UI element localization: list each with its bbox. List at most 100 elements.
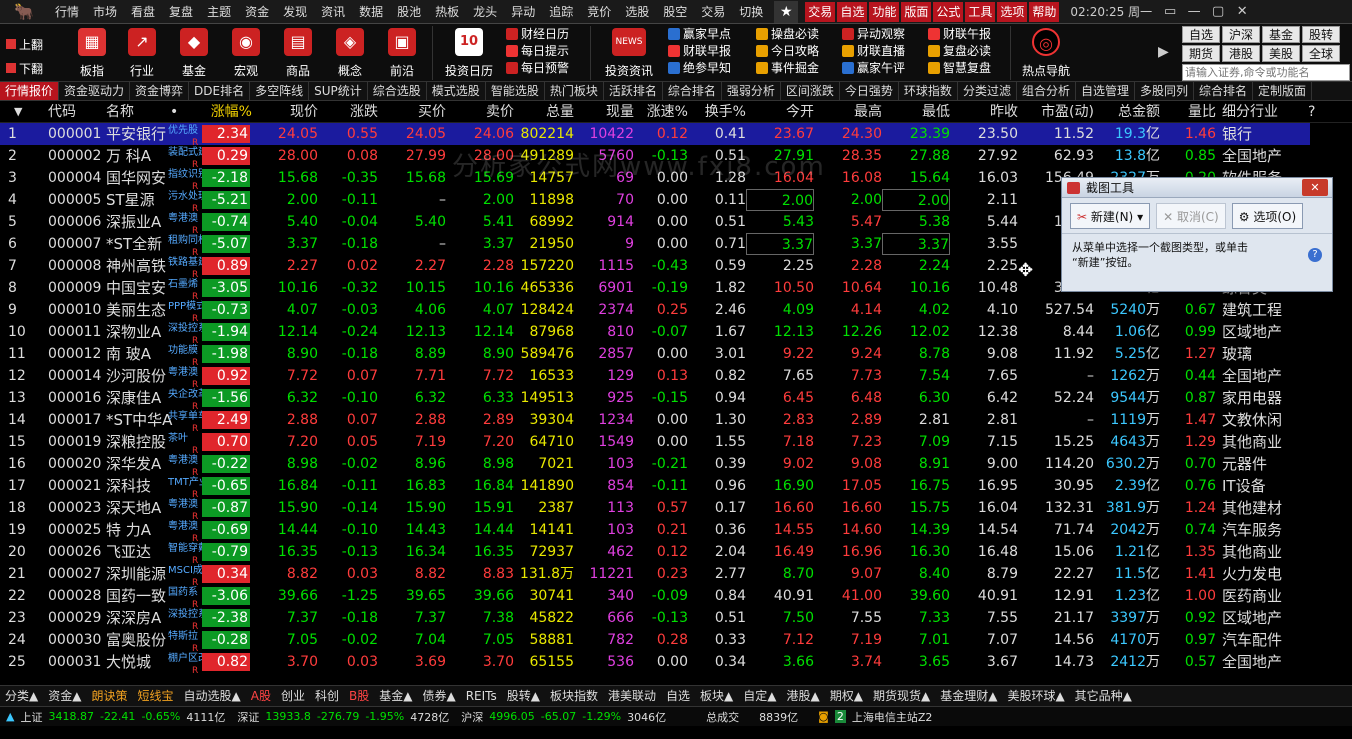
toolbar-link[interactable]: 赢家早点 — [668, 26, 731, 43]
bottom-tab[interactable]: 板块▲ — [695, 686, 738, 706]
toolbar-button-5[interactable]: ◈ 概念 — [326, 26, 374, 80]
right-menu-item[interactable]: 工具 — [965, 1, 996, 22]
stock-name[interactable]: 平安银行 优先股 R — [106, 123, 202, 145]
right-menu-item[interactable]: 自选 — [837, 1, 868, 22]
toolbar-link[interactable]: 每日提示 — [506, 43, 569, 60]
tab-item[interactable]: 资金驱动力 — [59, 82, 131, 100]
table-row[interactable]: 10 000011深物业A深投控系R-1.94 12.14 -0.24 12.13 12.… — [0, 321, 1310, 343]
tab-item[interactable]: 行情报价 — [0, 82, 60, 100]
page-up-button[interactable]: 上翻 — [6, 34, 54, 54]
stock-name[interactable]: 国药一致 国药系 R — [106, 585, 202, 607]
table-row[interactable]: 19 000025 特 力A 粤港澳 R -0.69 14.44 -0.10 14.43 14.4… — [0, 519, 1310, 541]
bottom-tab[interactable]: A股 — [246, 686, 276, 706]
menu-item[interactable]: 主题 — [200, 0, 238, 24]
stock-name[interactable]: *ST中华A共享单车R — [106, 409, 202, 431]
tab-item[interactable]: 活跃排名 — [604, 82, 663, 100]
stock-code[interactable]: 000012 — [48, 343, 108, 365]
bottom-tab[interactable]: 美股环球▲ — [1002, 686, 1069, 706]
toolbar-link[interactable]: 事件掘金 — [756, 60, 819, 77]
stock-name[interactable]: 中国宝安 石墨烯 R — [106, 277, 202, 299]
toolbar-link[interactable]: 操盘必读 — [756, 26, 819, 43]
stock-name[interactable]: 美丽生态 PPP模式 R — [106, 299, 202, 321]
stock-name[interactable]: 深振业A 粤港澳 R — [106, 211, 202, 233]
stock-code[interactable]: 000028 — [48, 585, 108, 607]
menu-item[interactable]: 切换 — [732, 0, 770, 24]
stock-code[interactable]: 000027 — [48, 563, 108, 585]
quick-market-button[interactable]: 沪深 — [1222, 26, 1260, 43]
quick-market-button[interactable]: 全球 — [1302, 45, 1340, 62]
stock-code[interactable]: 000023 — [48, 497, 108, 519]
bottom-tab[interactable]: 期权▲ — [825, 686, 868, 706]
tab-item[interactable]: 今日强势 — [840, 82, 899, 100]
column-header[interactable]: 卖价 — [446, 101, 514, 123]
quick-market-button[interactable]: 美股 — [1262, 45, 1300, 62]
column-header[interactable]: ? — [1308, 101, 1322, 123]
column-header[interactable]: 今开 — [746, 101, 814, 123]
menu-item[interactable]: 发现 — [276, 0, 314, 24]
minimize-icon[interactable]: — — [1182, 2, 1206, 22]
table-row[interactable]: 13 000016深康佳A央企改革R-1.56 6.32 -0.10 6.32 6.33 1… — [0, 387, 1310, 409]
stock-code[interactable]: 000020 — [48, 453, 108, 475]
stock-name[interactable]: ST星源污水处理R — [106, 189, 202, 211]
menu-item[interactable]: 追踪 — [542, 0, 580, 24]
new-snip-button[interactable]: ✂ 新建(N) ▾ — [1070, 202, 1151, 229]
quick-market-button[interactable]: 自选 — [1182, 26, 1220, 43]
bottom-tab[interactable]: 朗诀策 — [86, 686, 132, 706]
right-menu-item[interactable]: 交易 — [805, 1, 836, 22]
close-icon[interactable]: ✕ — [1230, 2, 1254, 22]
restore-icon[interactable]: ▭ — [1158, 2, 1182, 22]
maximize-icon[interactable]: ▢ — [1206, 2, 1230, 22]
toolbar-button-6[interactable]: ▣ 前沿 — [378, 26, 426, 80]
menu-item[interactable]: 龙头 — [466, 0, 504, 24]
column-header[interactable]: 细分行业 — [1222, 101, 1308, 123]
table-row[interactable]: 25 000031大悦城棚户区改造R0.82 3.70 0.03 3.69 3.70 651… — [0, 651, 1310, 673]
table-row[interactable]: 21 000027深圳能源MSCI成份R0.34 8.82 0.03 8.82 8.83 1… — [0, 563, 1310, 585]
menu-item[interactable]: 行情 — [48, 0, 86, 24]
menu-item[interactable]: 股池 — [390, 0, 428, 24]
tab-item[interactable]: 综合排名 — [663, 82, 722, 100]
tab-item[interactable]: 区间涨跌 — [781, 82, 840, 100]
column-header[interactable]: 现量 — [574, 101, 634, 123]
toolbar-link[interactable]: 复盘必读 — [928, 43, 991, 60]
right-menu-item[interactable]: 功能 — [869, 1, 900, 22]
stock-name[interactable]: 富奥股份 特斯拉 R — [106, 629, 202, 651]
stock-name[interactable]: 深圳能源MSCI成份R — [106, 563, 202, 585]
stock-name[interactable]: 深华发A 粤港澳 R — [106, 453, 202, 475]
column-header[interactable]: 代码 — [48, 101, 106, 123]
column-header[interactable]: 名称 — [106, 101, 166, 123]
tab-item[interactable]: 自选管理 — [1076, 82, 1135, 100]
column-header[interactable]: 买价 — [378, 101, 446, 123]
column-header[interactable]: 换手% — [688, 101, 746, 123]
right-menu-item[interactable]: 版面 — [901, 1, 932, 22]
command-input[interactable] — [1182, 64, 1350, 81]
stock-code[interactable]: 000008 — [48, 255, 108, 277]
column-header[interactable]: 总金额 — [1094, 101, 1160, 123]
column-header[interactable]: 涨幅% — [202, 101, 252, 123]
stock-code[interactable]: 000006 — [48, 211, 108, 233]
toolbar-link[interactable]: 异动观察 — [842, 26, 905, 43]
stock-code[interactable]: 000001 — [48, 123, 108, 145]
stock-name[interactable]: 南 玻A 功能膜 R — [106, 343, 202, 365]
stock-code[interactable]: 000026 — [48, 541, 108, 563]
server-name[interactable]: 上海电信主站Z2 — [852, 709, 933, 725]
menu-item[interactable]: 股空 — [656, 0, 694, 24]
menu-item[interactable]: 竞价 — [580, 0, 618, 24]
stock-name[interactable]: 大悦城棚户区改造R — [106, 651, 202, 673]
menu-item[interactable]: 交易 — [694, 0, 732, 24]
tab-item[interactable]: 强弱分析 — [722, 82, 781, 100]
bottom-tab[interactable]: 板块指数 — [545, 686, 603, 706]
menu-item[interactable]: 资讯 — [314, 0, 352, 24]
toolbar-button-3[interactable]: ◉ 宏观 — [222, 26, 270, 80]
stock-code[interactable]: 000025 — [48, 519, 108, 541]
table-row[interactable]: 16 000020 深华发A 粤港澳 R -0.22 8.98 -0.02 8.96 8.98 70… — [0, 453, 1310, 475]
stock-code[interactable]: 000007 — [48, 233, 108, 255]
tab-item[interactable]: SUP统计 — [309, 82, 368, 100]
tab-item[interactable]: 智能选股 — [486, 82, 545, 100]
stock-name[interactable]: 深康佳A央企改革R — [106, 387, 202, 409]
tab-item[interactable]: 环球指数 — [899, 82, 958, 100]
bottom-tab[interactable]: B股 — [344, 686, 374, 706]
tab-item[interactable]: 热门板块 — [545, 82, 604, 100]
table-row[interactable]: 20 000026飞亚达智能穿戴R-0.79 16.35 -0.13 16.34 16.3… — [0, 541, 1310, 563]
bottom-tab[interactable]: REITs — [461, 686, 502, 706]
table-row[interactable]: 12 000014 沙河股份 粤港澳 R 0.92 7.72 0.07 7.71 7.72 1653… — [0, 365, 1310, 387]
